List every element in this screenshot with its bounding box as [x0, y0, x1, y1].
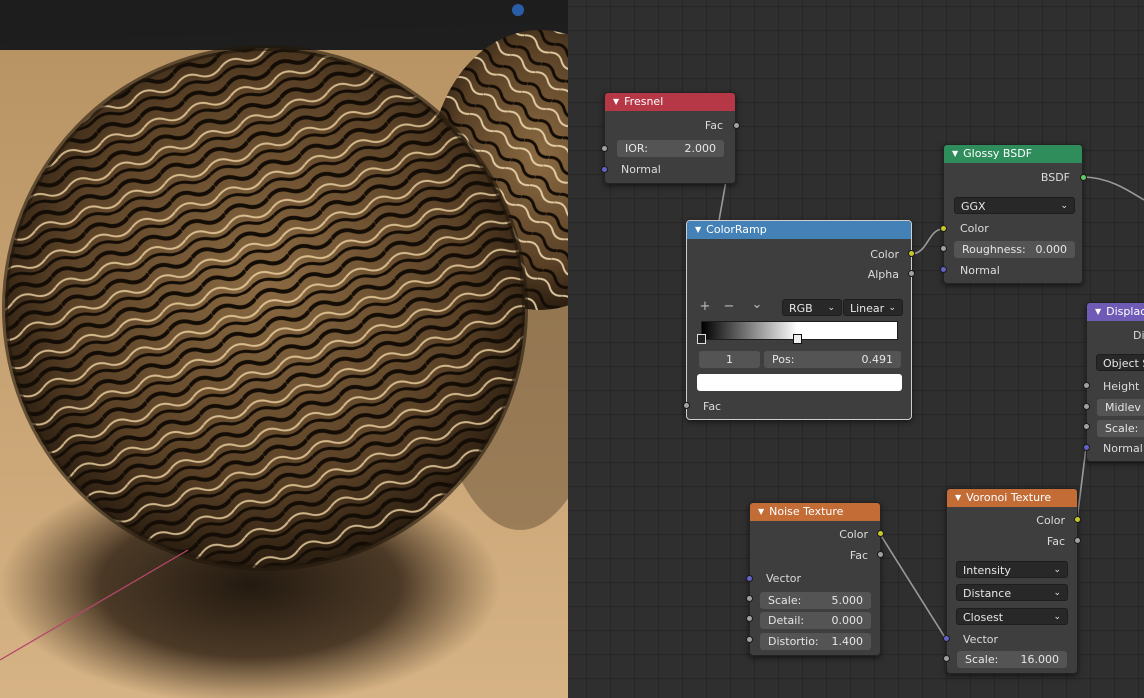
- render-preview-image: [0, 0, 568, 698]
- fresnel-fac-socket[interactable]: [733, 122, 740, 129]
- displacement-height-input: Height: [1103, 380, 1140, 393]
- noise-header[interactable]: ▼ Noise Texture: [750, 503, 880, 521]
- ramp-menu-button[interactable]: ⌄: [749, 297, 765, 312]
- glossy-color-socket[interactable]: [940, 225, 947, 232]
- add-stop-button[interactable]: +: [697, 299, 713, 314]
- node-title: Voronoi Texture: [966, 491, 1052, 504]
- glossy-header[interactable]: ▼ Glossy BSDF: [944, 145, 1082, 163]
- node-editor[interactable]: ▼ Fresnel Fac IOR: 2.000 Normal ▼ Glossy BS…: [568, 0, 1144, 698]
- noise-color-socket[interactable]: [877, 530, 884, 537]
- stop-color-swatch[interactable]: [697, 374, 902, 391]
- fresnel-node[interactable]: ▼ Fresnel Fac IOR: 2.000 Normal: [604, 92, 736, 184]
- noise-fac-socket[interactable]: [877, 551, 884, 558]
- voronoi-header[interactable]: ▼ Voronoi Texture: [947, 489, 1077, 507]
- noise-distortion-field[interactable]: Distortio: 1.400: [760, 633, 871, 650]
- displacement-height-socket[interactable]: [1083, 382, 1090, 389]
- node-title: Displac: [1106, 305, 1144, 318]
- voronoi-coloring-dropdown[interactable]: Intensity ⌄: [956, 561, 1068, 578]
- noise-scale-socket[interactable]: [746, 595, 753, 602]
- render-viewport[interactable]: [0, 0, 568, 698]
- displacement-midlevel-field[interactable]: Midlev: [1097, 399, 1144, 416]
- voronoi-color-output: Color: [1036, 514, 1065, 527]
- ramp-stop-0[interactable]: [697, 334, 706, 344]
- colorramp-alpha-socket[interactable]: [908, 270, 915, 277]
- colorramp-header[interactable]: ▼ ColorRamp: [687, 221, 911, 239]
- collapse-arrow-icon[interactable]: ▼: [758, 507, 764, 516]
- viewport-navigation-icon[interactable]: [512, 4, 524, 16]
- fresnel-normal-socket[interactable]: [601, 166, 608, 173]
- voronoi-scale-field[interactable]: Scale: 16.000: [957, 651, 1067, 668]
- displacement-header[interactable]: ▼ Displac: [1087, 303, 1144, 321]
- noise-vector-input: Vector: [766, 572, 802, 585]
- displacement-scale-socket[interactable]: [1083, 423, 1090, 430]
- fresnel-fac-output: Fac: [704, 119, 723, 132]
- displacement-space-dropdown[interactable]: Object S: [1096, 354, 1144, 371]
- collapse-arrow-icon[interactable]: ▼: [952, 149, 958, 158]
- chevron-down-icon: ⌄: [888, 303, 896, 313]
- voronoi-vector-input: Vector: [963, 633, 999, 646]
- chevron-down-icon: ⌄: [1053, 565, 1061, 575]
- voronoi-fac-output: Fac: [1046, 535, 1065, 548]
- chevron-down-icon: ⌄: [1060, 201, 1068, 211]
- chevron-down-icon: ⌄: [1053, 612, 1061, 622]
- voronoi-texture-node[interactable]: ▼ Voronoi Texture Color Fac Intensity ⌄ Di…: [946, 488, 1078, 674]
- noise-distortion-socket[interactable]: [746, 636, 753, 643]
- glossy-bsdf-node[interactable]: ▼ Glossy BSDF BSDF GGX ⌄ Color Roughness: 0…: [943, 144, 1083, 284]
- noise-scale-field[interactable]: Scale: 5.000: [760, 592, 871, 609]
- displacement-scale-field[interactable]: Scale:: [1097, 420, 1144, 437]
- collapse-arrow-icon[interactable]: ▼: [1095, 307, 1101, 316]
- displacement-node[interactable]: ▼ Displac Dis Object S Height Midlev Scal…: [1086, 302, 1144, 462]
- colorramp-alpha-output: Alpha: [867, 268, 899, 281]
- glossy-normal-socket[interactable]: [940, 266, 947, 273]
- noise-detail-field[interactable]: Detail: 0.000: [760, 612, 871, 629]
- glossy-color-input: Color: [960, 222, 989, 235]
- noise-texture-node[interactable]: ▼ Noise Texture Color Fac Vector Scale: 5.…: [749, 502, 881, 656]
- fresnel-ior-socket[interactable]: [601, 145, 608, 152]
- chevron-down-icon: ⌄: [827, 303, 835, 313]
- colorramp-node[interactable]: ▼ ColorRamp Color Alpha + − ⌄ RGB ⌄ Linear…: [686, 220, 912, 420]
- bsdf-output: BSDF: [1040, 171, 1070, 184]
- color-mode-dropdown[interactable]: RGB ⌄: [782, 299, 842, 316]
- glossy-normal-input: Normal: [960, 264, 1000, 277]
- displacement-output: Dis: [1133, 329, 1144, 342]
- chevron-down-icon: ⌄: [1053, 588, 1061, 598]
- colorramp-fac-input: Fac: [703, 400, 722, 413]
- collapse-arrow-icon[interactable]: ▼: [955, 493, 961, 502]
- active-stop-index-field[interactable]: 1: [699, 351, 760, 368]
- fresnel-normal-input: Normal: [621, 163, 661, 176]
- displacement-normal-input: Normal: [1103, 442, 1143, 455]
- remove-stop-button[interactable]: −: [721, 299, 737, 314]
- noise-vector-socket[interactable]: [746, 575, 753, 582]
- colorramp-color-socket[interactable]: [908, 250, 915, 257]
- node-title: Glossy BSDF: [963, 147, 1033, 160]
- roughness-field[interactable]: Roughness: 0.000: [954, 241, 1075, 258]
- node-title: Noise Texture: [769, 505, 844, 518]
- colorramp-fac-socket[interactable]: [683, 402, 690, 409]
- noise-color-output: Color: [839, 528, 868, 541]
- displacement-midlevel-socket[interactable]: [1083, 403, 1090, 410]
- glossy-roughness-socket[interactable]: [940, 245, 947, 252]
- voronoi-distance-dropdown[interactable]: Distance ⌄: [956, 584, 1068, 601]
- voronoi-vector-socket[interactable]: [943, 635, 950, 642]
- fresnel-header[interactable]: ▼ Fresnel: [605, 93, 735, 111]
- voronoi-scale-socket[interactable]: [943, 655, 950, 662]
- node-title: Fresnel: [624, 95, 664, 108]
- voronoi-color-socket[interactable]: [1074, 516, 1081, 523]
- ramp-stop-1[interactable]: [793, 334, 802, 344]
- bsdf-output-socket[interactable]: [1080, 174, 1087, 181]
- collapse-arrow-icon[interactable]: ▼: [613, 97, 619, 106]
- distribution-dropdown[interactable]: GGX ⌄: [954, 197, 1075, 214]
- stop-position-field[interactable]: Pos: 0.491: [764, 351, 901, 368]
- node-title: ColorRamp: [706, 223, 767, 236]
- interpolation-dropdown[interactable]: Linear ⌄: [843, 299, 903, 316]
- ior-field[interactable]: IOR: 2.000: [617, 140, 724, 157]
- voronoi-feature-dropdown[interactable]: Closest ⌄: [956, 608, 1068, 625]
- voronoi-fac-socket[interactable]: [1074, 537, 1081, 544]
- noise-detail-socket[interactable]: [746, 615, 753, 622]
- colorramp-color-output: Color: [870, 248, 899, 261]
- collapse-arrow-icon[interactable]: ▼: [695, 225, 701, 234]
- noise-fac-output: Fac: [849, 549, 868, 562]
- displacement-normal-socket[interactable]: [1083, 444, 1090, 451]
